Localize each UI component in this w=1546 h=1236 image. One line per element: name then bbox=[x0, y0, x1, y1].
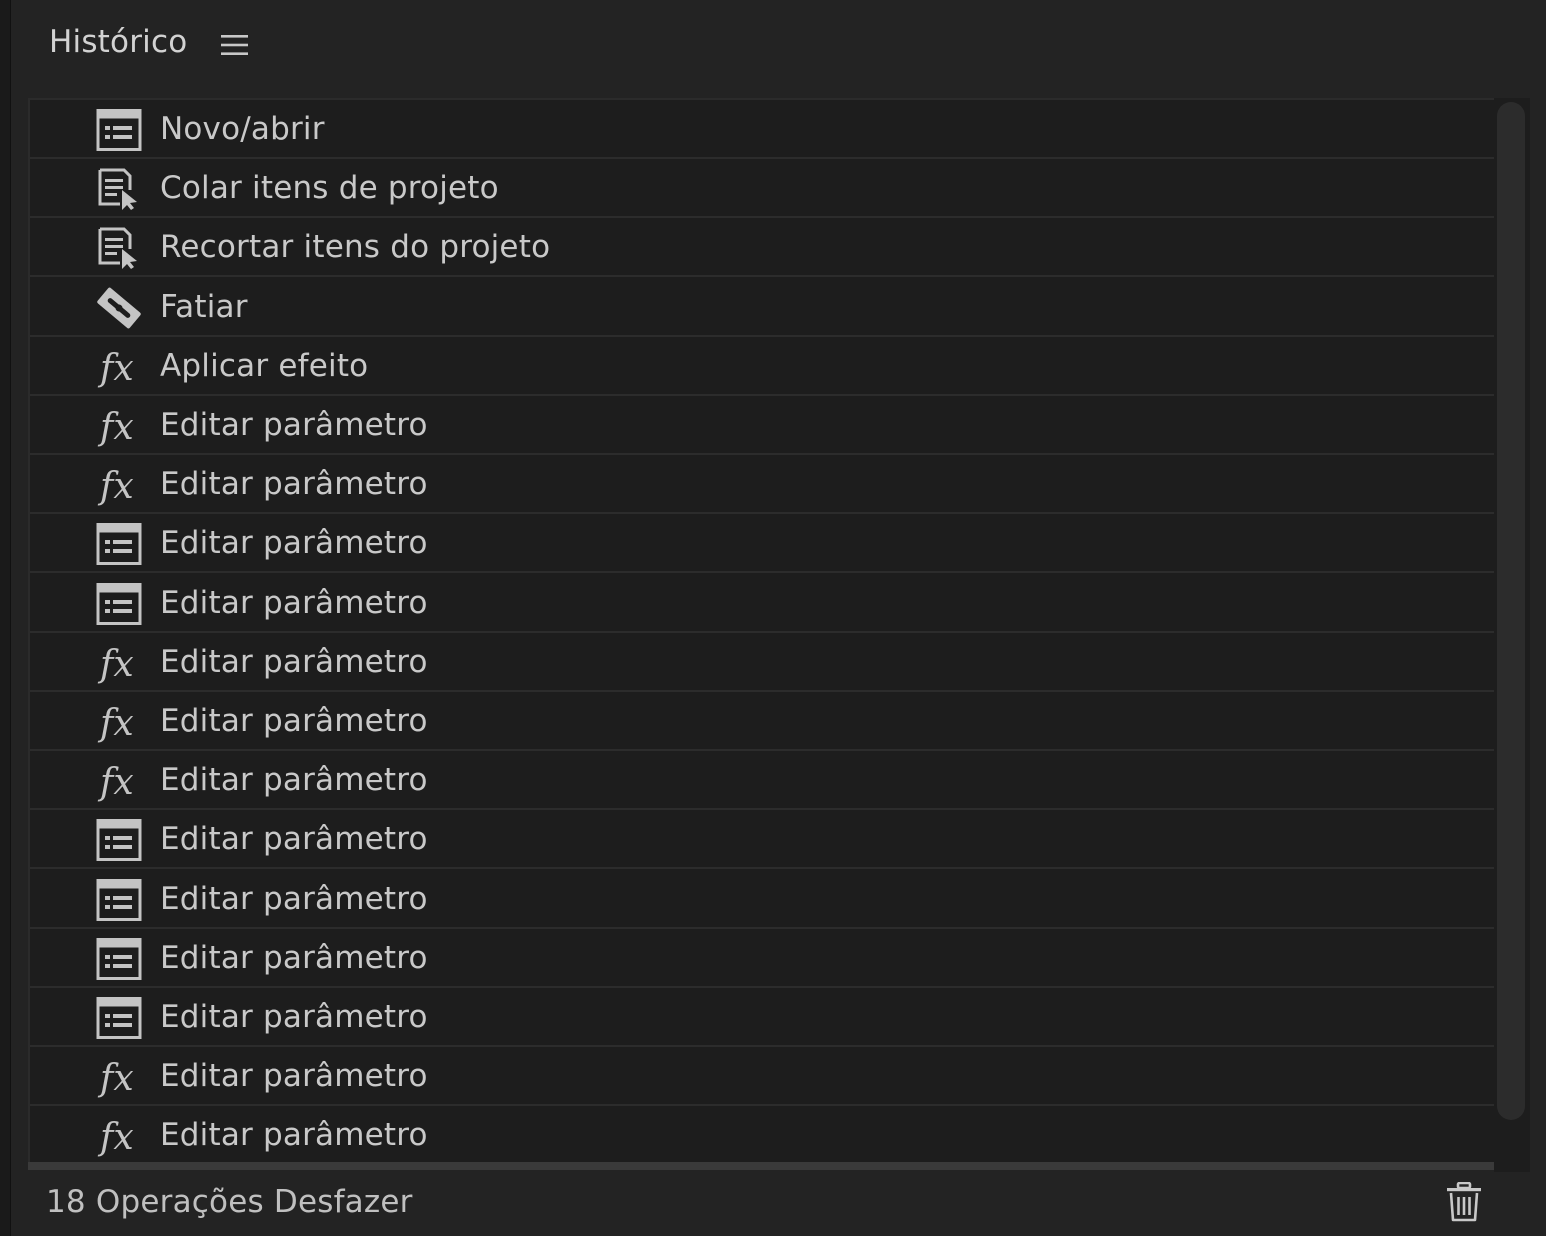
history-item-label: Editar parâmetro bbox=[160, 1058, 428, 1095]
history-item[interactable]: Colar itens de projeto bbox=[30, 159, 1496, 219]
history-item-label: Editar parâmetro bbox=[160, 525, 428, 562]
history-item[interactable]: Editar parâmetro bbox=[30, 810, 1496, 870]
document-list-icon bbox=[94, 523, 144, 566]
svg-text:fx: fx bbox=[97, 762, 134, 802]
history-panel: Histórico Novo/abrir Colar itens de proje… bbox=[10, 0, 1546, 1236]
history-item[interactable]: Editar parâmetro bbox=[30, 514, 1496, 574]
svg-text:fx: fx bbox=[97, 348, 134, 388]
history-item-label: Colar itens de projeto bbox=[160, 170, 499, 207]
document-list-icon bbox=[94, 878, 144, 921]
panel-header: Histórico bbox=[11, 0, 1546, 90]
history-item-label: Aplicar efeito bbox=[160, 347, 369, 384]
history-item-label: Editar parâmetro bbox=[160, 880, 428, 917]
history-item[interactable]: Novo/abrir bbox=[30, 100, 1496, 159]
svg-text:fx: fx bbox=[97, 1117, 134, 1157]
history-item-label: Editar parâmetro bbox=[160, 821, 428, 858]
paste-document-icon bbox=[94, 168, 144, 211]
history-item[interactable]: Editar parâmetro bbox=[30, 988, 1496, 1047]
trash-icon[interactable] bbox=[1445, 1182, 1483, 1222]
history-item-label: Editar parâmetro bbox=[160, 643, 428, 680]
document-list-icon bbox=[94, 109, 144, 151]
fx-icon: fx bbox=[94, 464, 144, 507]
paste-document-icon bbox=[94, 227, 144, 270]
history-item[interactable]: fx Editar parâmetro bbox=[30, 1106, 1496, 1166]
fx-icon: fx bbox=[94, 1056, 144, 1099]
history-item-label: Editar parâmetro bbox=[160, 466, 428, 503]
history-item-label: Recortar itens do projeto bbox=[160, 229, 551, 266]
undo-count-status: 18 Operações Desfazer bbox=[46, 1184, 413, 1220]
history-item[interactable]: Editar parâmetro bbox=[30, 929, 1496, 988]
history-item-label: Editar parâmetro bbox=[160, 703, 428, 739]
history-item-label: Editar parâmetro bbox=[160, 939, 428, 976]
panel-title[interactable]: Histórico bbox=[49, 24, 187, 60]
document-list-icon bbox=[94, 819, 144, 862]
history-item-label: Editar parâmetro bbox=[160, 407, 428, 443]
history-item[interactable]: fx Editar parâmetro bbox=[30, 455, 1496, 515]
razor-blade-icon bbox=[94, 287, 144, 329]
history-item[interactable]: Editar parâmetro bbox=[30, 574, 1496, 633]
history-item[interactable]: fx Editar parâmetro bbox=[30, 1047, 1496, 1107]
history-item[interactable]: fx Editar parâmetro bbox=[30, 751, 1496, 811]
history-item-label: Editar parâmetro bbox=[160, 762, 428, 799]
history-item[interactable]: fx Aplicar efeito bbox=[30, 337, 1496, 396]
fx-icon: fx bbox=[94, 1115, 144, 1158]
svg-text:fx: fx bbox=[97, 703, 134, 743]
svg-text:fx: fx bbox=[97, 407, 134, 447]
panel-footer: 18 Operações Desfazer bbox=[11, 1172, 1546, 1236]
fx-icon: fx bbox=[94, 346, 144, 389]
vertical-scrollbar-thumb[interactable] bbox=[1497, 102, 1525, 1120]
history-item[interactable]: Recortar itens do projeto bbox=[30, 218, 1496, 278]
svg-text:fx: fx bbox=[97, 1058, 134, 1098]
history-item-label: Novo/abrir bbox=[160, 111, 325, 147]
fx-icon: fx bbox=[94, 642, 144, 685]
history-item[interactable]: fx Editar parâmetro bbox=[30, 692, 1496, 751]
fx-icon: fx bbox=[94, 405, 144, 448]
fx-icon: fx bbox=[94, 760, 144, 803]
svg-text:fx: fx bbox=[97, 466, 134, 506]
history-item-label: Editar parâmetro bbox=[160, 999, 428, 1035]
history-item[interactable]: fx Editar parâmetro bbox=[30, 633, 1496, 692]
history-list: Novo/abrir Colar itens de projeto Recortar… bbox=[28, 98, 1496, 1168]
history-item-label: Fatiar bbox=[160, 288, 248, 325]
fx-icon: fx bbox=[94, 701, 144, 744]
history-item[interactable]: Fatiar bbox=[30, 278, 1496, 337]
horizontal-scrollbar[interactable] bbox=[28, 1162, 1494, 1170]
history-item-label: Editar parâmetro bbox=[160, 584, 428, 621]
history-item-label: Editar parâmetro bbox=[160, 1117, 428, 1154]
history-item[interactable]: Editar parâmetro bbox=[30, 870, 1496, 929]
document-list-icon bbox=[94, 997, 144, 1039]
hamburger-menu-icon[interactable] bbox=[221, 34, 248, 56]
document-list-icon bbox=[94, 937, 144, 980]
history-item[interactable]: fx Editar parâmetro bbox=[30, 396, 1496, 455]
svg-text:fx: fx bbox=[97, 644, 134, 684]
document-list-icon bbox=[94, 582, 144, 625]
